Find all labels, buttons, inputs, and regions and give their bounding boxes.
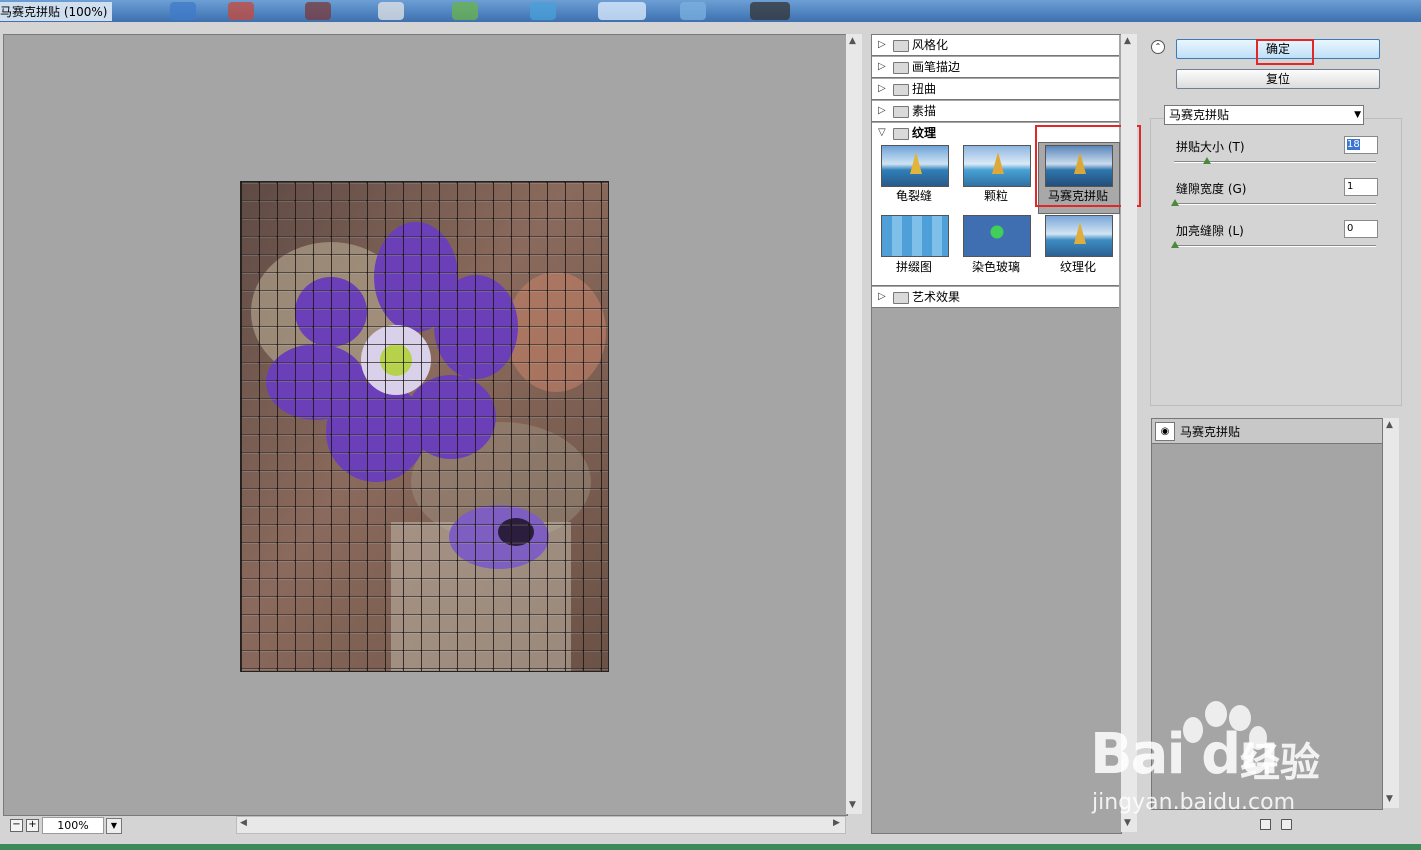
expand-triangle-icon[interactable]: ▷ <box>878 287 886 307</box>
app-icon <box>378 2 404 20</box>
preview-horizontal-scrollbar[interactable]: ◀ ▶ <box>236 816 846 834</box>
folder-icon <box>893 128 909 140</box>
category-label: 画笔描边 <box>912 60 961 74</box>
lighten-grout-slider-track[interactable] <box>1174 245 1376 247</box>
highlight-box <box>1256 39 1314 65</box>
app-icon <box>452 2 478 20</box>
filter-label[interactable]: 染色玻璃 <box>956 258 1036 275</box>
filter-select-value: 马赛克拼贴 <box>1169 108 1230 122</box>
new-effect-layer-icon[interactable] <box>1260 819 1271 830</box>
taskbar-strip <box>0 844 1421 850</box>
category-label: 素描 <box>912 104 937 118</box>
filter-thumb-patchwork[interactable] <box>881 215 949 257</box>
scroll-left-icon[interactable]: ◀ <box>240 818 247 828</box>
lighten-grout-slider-handle[interactable] <box>1171 241 1179 248</box>
zoom-out-button[interactable]: − <box>10 819 23 832</box>
lighten-grout-input[interactable]: 0 <box>1344 220 1378 238</box>
filter-thumb-grain[interactable] <box>963 145 1031 187</box>
filter-label[interactable]: 拼缀图 <box>874 258 954 275</box>
category-brush-strokes[interactable]: ▷ 画笔描边 <box>872 57 1119 78</box>
grout-width-slider-handle[interactable] <box>1171 199 1179 206</box>
grout-width-input[interactable]: 1 <box>1344 178 1378 196</box>
category-sketch[interactable]: ▷ 素描 <box>872 101 1119 122</box>
zoom-in-button[interactable]: + <box>26 819 39 832</box>
category-distort[interactable]: ▷ 扭曲 <box>872 79 1119 100</box>
scroll-down-icon[interactable]: ▼ <box>849 800 856 810</box>
filter-thumb-texturizer[interactable] <box>1045 215 1113 257</box>
grout-width-slider-track[interactable] <box>1174 203 1376 205</box>
effect-layer-name: 马赛克拼贴 <box>1180 425 1241 439</box>
tile-size-input[interactable]: 18 <box>1344 136 1378 154</box>
filter-select[interactable]: 马赛克拼贴 ▼ <box>1164 105 1364 125</box>
folder-icon <box>893 40 909 52</box>
dropdown-arrow-icon[interactable]: ▼ <box>1354 106 1361 124</box>
filter-thumb-craquelure[interactable] <box>881 145 949 187</box>
param-label-tile-size: 拼贴大小 (T) <box>1176 140 1245 154</box>
scroll-up-icon[interactable]: ▲ <box>849 36 856 46</box>
layers-vertical-scrollbar[interactable]: ▲ ▼ <box>1383 418 1399 808</box>
param-label-grout-width: 缝隙宽度 (G) <box>1176 182 1247 196</box>
filter-label[interactable]: 纹理化 <box>1038 258 1118 275</box>
folder-icon <box>893 292 909 304</box>
category-label: 风格化 <box>912 38 949 52</box>
taskbar-icon <box>170 2 196 20</box>
baidu-watermark: Bai du 经验 jingyan.baidu.com <box>1090 700 1360 820</box>
tile-size-slider-handle[interactable] <box>1203 157 1211 164</box>
zoom-dropdown-icon[interactable]: ▼ <box>106 818 122 834</box>
expand-triangle-icon[interactable]: ▷ <box>878 101 886 121</box>
app-icon <box>750 2 790 20</box>
reset-button[interactable]: 复位 <box>1176 69 1380 89</box>
folder-icon <box>893 84 909 96</box>
app-icon <box>530 2 556 20</box>
preview-image <box>240 181 609 672</box>
effect-layer-row[interactable]: ◉ 马赛克拼贴 <box>1152 419 1382 444</box>
watermark-url: jingyan.baidu.com <box>1092 790 1296 815</box>
expand-triangle-icon[interactable]: ▷ <box>878 35 886 55</box>
expand-triangle-icon[interactable]: ▷ <box>878 79 886 99</box>
zoom-controls: − + 100% ▼ <box>8 817 233 835</box>
app-icon <box>598 2 646 20</box>
app-icon <box>305 2 331 20</box>
expand-triangle-icon[interactable]: ▷ <box>878 57 886 77</box>
filter-label[interactable]: 颗粒 <box>956 187 1036 204</box>
filter-thumb-stained-glass[interactable] <box>963 215 1031 257</box>
scroll-up-icon[interactable]: ▲ <box>1124 36 1131 46</box>
category-label: 艺术效果 <box>912 290 961 304</box>
preview-vertical-scrollbar[interactable]: ▲ ▼ <box>846 34 862 814</box>
trash-icon[interactable] <box>1281 819 1292 830</box>
scroll-right-icon[interactable]: ▶ <box>833 818 840 828</box>
app-icon <box>680 2 706 20</box>
tile-size-value: 18 <box>1347 139 1360 150</box>
category-artistic[interactable]: ▷ 艺术效果 <box>872 287 1119 308</box>
eye-icon[interactable]: ◉ <box>1155 422 1175 441</box>
browser-icon <box>228 2 254 20</box>
folder-icon <box>893 106 909 118</box>
param-label-lighten-grout: 加亮缝隙 (L) <box>1176 224 1244 238</box>
title-bar: 马赛克拼贴 (100%) <box>0 0 1421 22</box>
collapse-gallery-icon[interactable]: ⌃ <box>1151 40 1165 54</box>
window-title: 马赛克拼贴 (100%) <box>0 2 112 21</box>
folder-icon <box>893 62 909 74</box>
category-label: 扭曲 <box>912 82 937 96</box>
collapse-triangle-icon[interactable]: ▽ <box>878 123 886 143</box>
zoom-level-field[interactable]: 100% <box>42 817 104 834</box>
filter-label[interactable]: 龟裂缝 <box>874 187 954 204</box>
watermark-cn: 经验 <box>1240 740 1320 786</box>
mosaic-flower-image <box>241 182 608 671</box>
scroll-up-icon[interactable]: ▲ <box>1386 420 1393 430</box>
category-stylize[interactable]: ▷ 风格化 <box>872 35 1119 56</box>
scroll-down-icon[interactable]: ▼ <box>1386 794 1393 804</box>
category-label: 纹理 <box>912 126 937 140</box>
